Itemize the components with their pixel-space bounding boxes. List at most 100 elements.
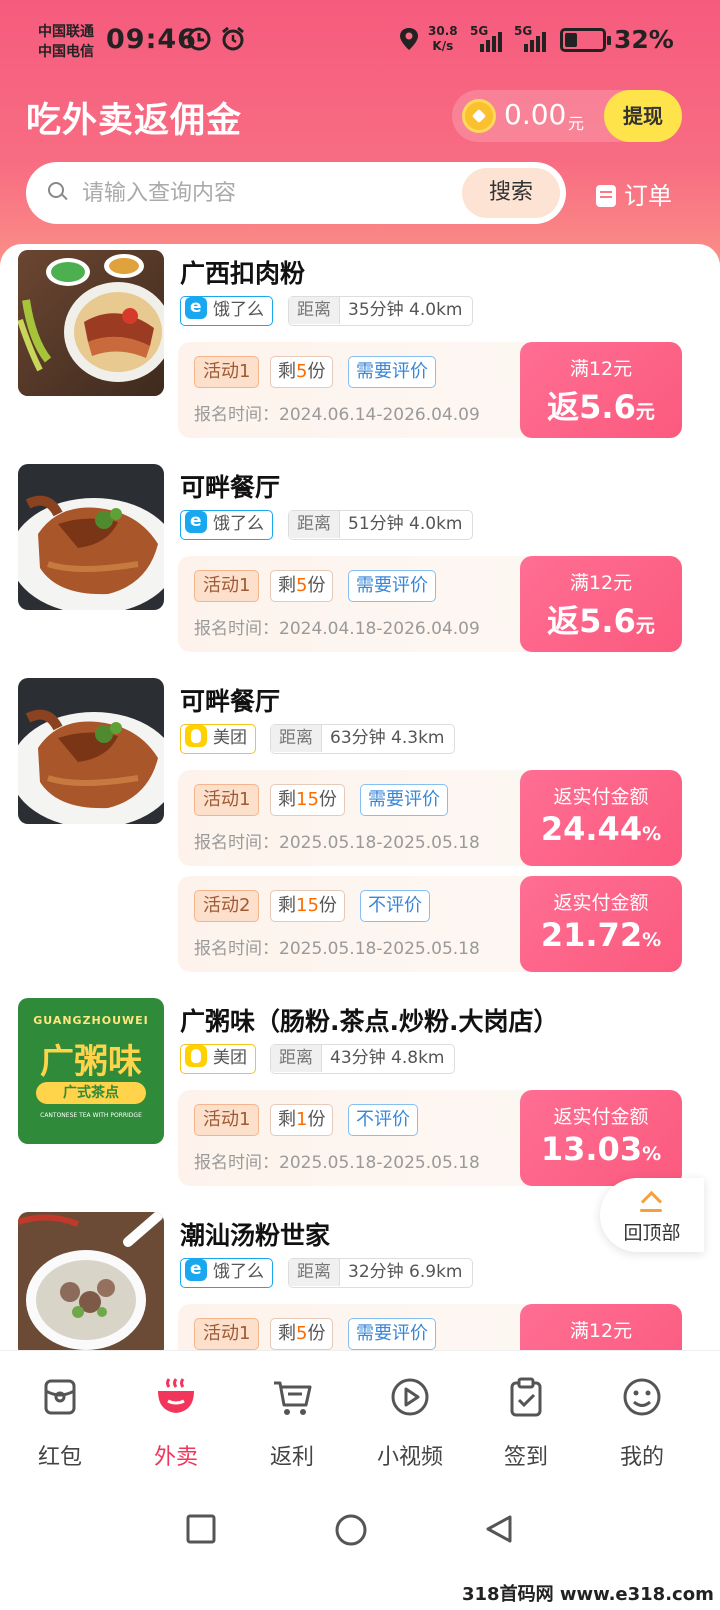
network-1-label: 5G [470, 24, 489, 38]
remaining-quota: 剩5份 [270, 570, 334, 602]
nav-label: 外卖 [153, 1445, 198, 1470]
reward-condition: 满12元 [569, 1320, 633, 1342]
activity-tag: 活动2 [194, 890, 260, 922]
reward-button[interactable]: 返实付金额 21.72% [520, 876, 682, 972]
search-button[interactable]: 搜索 [462, 168, 560, 218]
review-requirement: 需要评价 [348, 570, 436, 602]
reward-button[interactable]: 返实付金额 24.44% [520, 770, 682, 866]
nav-label: 签到 [503, 1445, 548, 1470]
distance-badge: 距离 51分钟 4.0km [288, 510, 474, 540]
reward-condition: 返实付金额 [553, 892, 649, 914]
nav-item-profile[interactable]: 我的 [582, 1351, 702, 1481]
eleme-logo-icon [185, 508, 207, 535]
eleme-logo-icon [185, 1256, 207, 1283]
shop-card[interactable]: 可畔餐厅 饿了么 距离 51分钟 4.0km 活动1 剩5份 需要评价 报名时间：… [0, 458, 720, 672]
reward-amount: 13.03% [540, 1130, 662, 1168]
platform-label: 饿了么 [213, 1262, 264, 1282]
clipboard-check-icon [510, 1377, 542, 1417]
review-requirement: 需要评价 [348, 356, 436, 388]
activity-card[interactable]: 活动1 剩5份 需要评价 满12元 [178, 1304, 682, 1350]
activity-card[interactable]: 活动1 剩1份 不评价 报名时间：2025.05.18-2025.05.18 返… [178, 1090, 682, 1186]
signal-2-icon: 5G [514, 24, 550, 52]
activity-card[interactable]: 活动1 剩5份 需要评价 报名时间：2024.06.14-2026.04.09 … [178, 342, 682, 438]
distance-badge: 距离 43分钟 4.8km [270, 1044, 456, 1074]
location-icon [398, 26, 420, 58]
search-icon [48, 182, 68, 202]
battery-percent: 32% [614, 25, 674, 54]
shop-card[interactable]: 可畔餐厅 美团 距离 63分钟 4.3km 活动1 剩15份 需要评价 报名时间：… [0, 672, 720, 992]
platform-label: 饿了么 [213, 300, 264, 320]
reward-amount: 21.72% [540, 916, 662, 954]
orders-link[interactable]: 订单 [596, 176, 672, 211]
platform-label: 美团 [213, 1048, 247, 1068]
nav-label: 我的 [619, 1445, 664, 1470]
review-requirement: 需要评价 [360, 784, 448, 816]
distance-value: 63分钟 4.3km [330, 728, 445, 748]
registration-period: 报名时间：2025.05.18-2025.05.18 [194, 833, 480, 853]
remaining-quota: 剩15份 [270, 890, 345, 922]
distance-value: 43分钟 4.8km [330, 1048, 445, 1068]
bottom-nav: 红包 外卖 返利 小视频 签到 我的 [0, 1350, 720, 1480]
back-to-top-button[interactable]: 回顶部 [600, 1178, 704, 1252]
shop-image-braised-pork-noodles [18, 250, 164, 396]
net-speed-unit: K/s [432, 39, 454, 53]
shop-card[interactable]: 广西扣肉粉 饿了么 距离 35分钟 4.0km 活动1 剩5份 需要评价 报名时间… [0, 244, 720, 458]
nav-item-check-in[interactable]: 签到 [466, 1351, 586, 1481]
activity-card[interactable]: 活动1 剩15份 需要评价 报名时间：2025.05.18-2025.05.18… [178, 770, 682, 866]
nav-item-cashback[interactable]: 返利 [232, 1351, 352, 1481]
shop-card[interactable]: GUANGZHOUWEI 广粥味 广式茶点 CANTONESE TEA WITH… [0, 992, 720, 1206]
platform-badge-eleme: 饿了么 [180, 1256, 273, 1288]
status-bar: 中国联通 中国电信 09:46 30.8 K/s 5G 5G 32% [0, 0, 720, 82]
reward-button[interactable]: 返实付金额 13.03% [520, 1090, 682, 1186]
shop-list[interactable]: 广西扣肉粉 饿了么 距离 35分钟 4.0km 活动1 剩5份 需要评价 报名时间… [0, 244, 720, 1350]
distance-badge: 距离 35分钟 4.0km [288, 296, 474, 326]
reward-button[interactable]: 满12元 [520, 1304, 682, 1350]
shop-logo-guangzhouwei: GUANGZHOUWEI 广粥味 广式茶点 CANTONESE TEA WITH… [18, 998, 164, 1144]
registration-period: 报名时间：2024.04.18-2026.04.09 [194, 619, 480, 639]
shop-name: 可畔餐厅 [180, 473, 281, 502]
remaining-quota: 剩1份 [270, 1104, 334, 1136]
activity-card[interactable]: 活动1 剩5份 需要评价 报名时间：2024.04.18-2026.04.09 … [178, 556, 682, 652]
shop-name: 潮汕汤粉世家 [180, 1221, 331, 1250]
distance-label: 距离 [289, 511, 340, 538]
reward-amount: 返5.6元 [547, 602, 655, 640]
distance-label: 距离 [289, 297, 340, 324]
carrier-labels: 中国联通 中国电信 [38, 22, 94, 62]
home-icon[interactable] [334, 1514, 368, 1548]
activity-card[interactable]: 活动2 剩15份 不评价 报名时间：2025.05.18-2025.05.18 … [178, 876, 682, 972]
registration-period: 报名时间：2025.05.18-2025.05.18 [194, 939, 480, 959]
distance-value: 51分钟 4.0km [348, 514, 463, 534]
nav-item-red-packet[interactable]: 红包 [0, 1351, 120, 1481]
registration-period: 报名时间：2024.06.14-2026.04.09 [194, 405, 480, 425]
shop-name: 广粥味（肠粉.茶点.炒粉.大岗店） [180, 1007, 559, 1036]
meituan-logo-icon [185, 725, 207, 747]
remaining-quota: 剩5份 [270, 1318, 334, 1350]
activity-tag: 活动1 [194, 784, 260, 816]
platform-label: 美团 [213, 728, 247, 748]
recent-apps-icon[interactable] [186, 1514, 216, 1544]
shop-name: 广西扣肉粉 [180, 259, 306, 288]
activity-tag: 活动1 [194, 1104, 260, 1136]
remaining-quota: 剩5份 [270, 356, 334, 388]
reward-button[interactable]: 满12元 返5.6元 [520, 342, 682, 438]
nav-item-short-video[interactable]: 小视频 [350, 1351, 470, 1481]
signal-1-icon: 5G [470, 24, 506, 52]
status-time: 09:46 [106, 24, 197, 55]
nav-item-takeout[interactable]: 外卖 [116, 1351, 236, 1481]
search-input[interactable] [82, 174, 412, 212]
review-requirement: 不评价 [348, 1104, 418, 1136]
withdraw-button[interactable]: 提现 [604, 90, 682, 142]
wallet-balance[interactable]: 0.00 元 提现 [452, 90, 682, 142]
carrier-2: 中国电信 [38, 44, 94, 60]
search-bar[interactable]: 搜索 [26, 162, 566, 224]
eleme-logo-icon [185, 294, 207, 321]
distance-value: 35分钟 4.0km [348, 300, 463, 320]
reward-button[interactable]: 满12元 返5.6元 [520, 556, 682, 652]
play-icon [391, 1378, 429, 1416]
cart-icon [274, 1381, 312, 1415]
back-icon[interactable] [484, 1514, 514, 1544]
carrier-1: 中国联通 [38, 24, 94, 40]
reward-condition: 满12元 [569, 358, 633, 380]
platform-label: 饿了么 [213, 514, 264, 534]
takeout-bowl-icon [158, 1378, 194, 1413]
